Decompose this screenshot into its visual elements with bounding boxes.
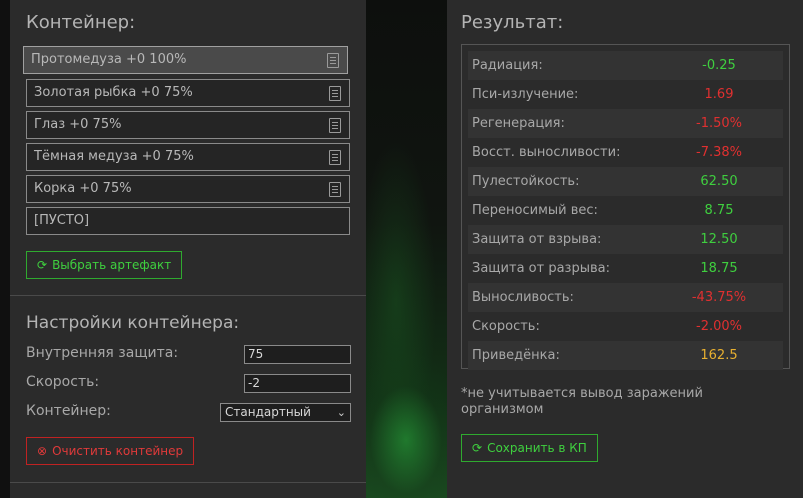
- document-icon[interactable]: [327, 53, 339, 68]
- container-slot-2[interactable]: Золотая рыбка +0 75%: [26, 79, 350, 107]
- section-divider: [10, 295, 366, 296]
- slot-label: [ПУСТО]: [34, 213, 90, 228]
- inner-protection-input[interactable]: 75: [244, 345, 351, 364]
- container-type-label: Контейнер:: [26, 403, 111, 419]
- document-icon[interactable]: [329, 118, 341, 133]
- chevron-down-icon: ⌄: [336, 406, 346, 419]
- document-icon[interactable]: [329, 86, 341, 101]
- result-title: Результат:: [461, 12, 564, 33]
- container-slot-1[interactable]: Протомедуза +0 100%: [23, 46, 348, 74]
- container-slot-5[interactable]: Корка +0 75%: [26, 175, 350, 203]
- table-row: Скорость: -2.00%: [472, 319, 742, 334]
- save-to-kp-label: Сохранить в КП: [487, 441, 587, 455]
- cancel-circle-icon: ⊗: [37, 444, 48, 458]
- table-row: Пулестойкость: 62.50: [468, 167, 783, 196]
- slot-label: Корка +0 75%: [34, 181, 132, 196]
- table-row: Защита от взрыва: 12.50: [468, 225, 783, 254]
- speed-input[interactable]: -2: [244, 374, 351, 393]
- container-slot-4[interactable]: Тёмная медуза +0 75%: [26, 143, 350, 171]
- bottom-divider: [10, 482, 366, 483]
- inner-protection-label: Внутренняя защита:: [26, 345, 179, 361]
- clear-container-button[interactable]: ⊗ Очистить контейнер: [26, 437, 195, 465]
- background-edge: [0, 0, 10, 498]
- slot-label: Тёмная медуза +0 75%: [34, 149, 194, 164]
- slot-label: Протомедуза +0 100%: [31, 52, 187, 67]
- slot-label: Глаз +0 75%: [34, 117, 122, 132]
- refresh-icon: ⟳: [37, 258, 48, 272]
- container-panel: Контейнер: Протомедуза +0 100% Золотая р…: [10, 0, 366, 498]
- table-row: Переносимый вес: 8.75: [472, 203, 734, 218]
- table-row: Пси-излучение: 1.69: [472, 87, 734, 102]
- table-row: Защита от разрыва: 18.75: [472, 261, 738, 276]
- table-row: Радиация: -0.25: [468, 51, 783, 80]
- document-icon[interactable]: [329, 182, 341, 197]
- refresh-icon: ⟳: [472, 441, 483, 455]
- clear-container-label: Очистить контейнер: [52, 444, 184, 458]
- save-to-kp-button[interactable]: ⟳ Сохранить в КП: [461, 434, 598, 462]
- table-row: Восст. выносливости: -7.38%: [472, 145, 742, 160]
- container-slot-6[interactable]: [ПУСТО]: [26, 207, 350, 235]
- speed-label: Скорость:: [26, 374, 100, 390]
- choose-artifact-button[interactable]: ⟳ Выбрать артефакт: [26, 251, 183, 279]
- slot-label: Золотая рыбка +0 75%: [34, 85, 193, 100]
- choose-artifact-label: Выбрать артефакт: [52, 258, 172, 272]
- settings-title: Настройки контейнера:: [26, 313, 240, 333]
- table-row: Приведёнка: 162.5: [468, 341, 783, 370]
- result-panel: Результат: Радиация: -0.25 Пси-излучение:…: [447, 0, 803, 498]
- container-title: Контейнер:: [26, 12, 136, 33]
- table-row: Регенерация: -1.50%: [468, 109, 783, 138]
- footnote: *не учитывается вывод заражений организм…: [461, 386, 703, 417]
- table-row: Выносливость: -43.75%: [468, 283, 783, 312]
- container-type-value: Стандартный: [225, 405, 311, 419]
- container-type-select[interactable]: Стандартный ⌄: [220, 403, 351, 422]
- result-table: Радиация: -0.25 Пси-излучение: 1.69 Регене…: [461, 44, 790, 370]
- container-slot-3[interactable]: Глаз +0 75%: [26, 111, 350, 139]
- document-icon[interactable]: [329, 150, 341, 165]
- background-glow: [366, 0, 447, 498]
